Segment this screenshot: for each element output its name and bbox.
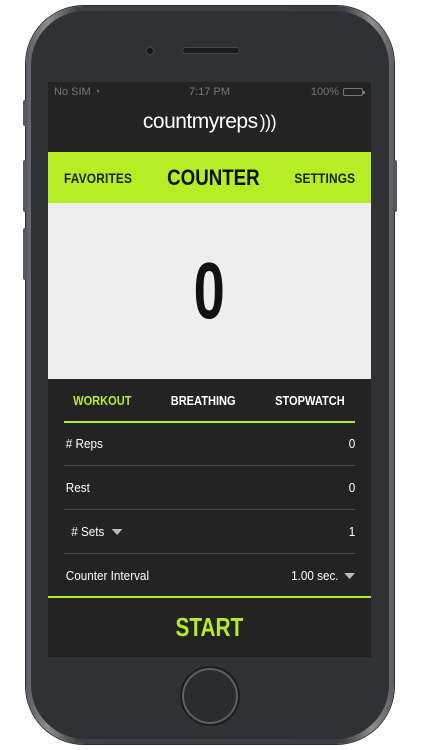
counter-display[interactable]: 0 [48,203,371,379]
start-button[interactable]: START [48,598,371,657]
volume-down-button [23,228,27,280]
sets-value: 1 [348,524,355,539]
counter-interval-value[interactable]: 1.00 sec. [291,568,355,583]
mode-tabs: WORKOUT BREATHING STOPWATCH [64,379,355,423]
sets-label: # Sets [64,524,123,539]
sound-waves-icon: ))) [259,112,277,132]
rest-row[interactable]: Rest 0 [64,466,355,510]
favorites-button[interactable]: FAVORITES [64,170,132,186]
status-battery: 100% [310,86,365,98]
mute-switch [23,100,27,126]
counter-interval-text: 1.00 sec. [291,568,339,583]
sets-label-text: # Sets [71,524,105,539]
tab-stopwatch[interactable]: STOPWATCH [275,393,345,408]
app-logo: countmyreps))) [48,110,371,134]
tab-breathing[interactable]: BREATHING [170,393,235,408]
sets-row[interactable]: # Sets 1 [64,510,355,554]
reps-label: # Reps [65,436,103,451]
reps-row[interactable]: # Reps 0 [64,422,355,466]
nav-bar: FAVORITES COUNTER SETTINGS [48,152,371,203]
battery-percent: 100% [310,86,339,98]
home-button[interactable] [182,668,238,724]
reps-value: 0 [348,436,355,451]
front-camera [145,46,155,56]
counter-value: 0 [193,246,226,335]
tab-workout[interactable]: WORKOUT [73,393,131,408]
counter-interval-row[interactable]: Counter Interval 1.00 sec. [64,554,355,598]
counter-interval-label: Counter Interval [65,568,150,583]
settings-button[interactable]: SETTINGS [295,170,356,186]
chevron-down-icon[interactable] [111,528,123,535]
volume-up-button [23,160,27,212]
app-screen: No SIM ◔ 7:17 PM 100% countmyreps))) FAV… [48,82,371,657]
workout-settings: # Reps 0 Rest 0 # Sets 1 Counter Interva… [64,422,355,598]
logo-text: countmyreps [142,110,258,133]
earpiece-speaker [182,47,240,54]
rest-label: Rest [65,480,90,495]
status-bar: No SIM ◔ 7:17 PM 100% [48,82,371,102]
power-button [393,160,397,212]
battery-icon [343,88,365,96]
rest-value: 0 [348,480,355,495]
start-label: START [175,612,244,642]
chevron-down-icon [344,572,355,579]
page-title: COUNTER [167,164,260,190]
